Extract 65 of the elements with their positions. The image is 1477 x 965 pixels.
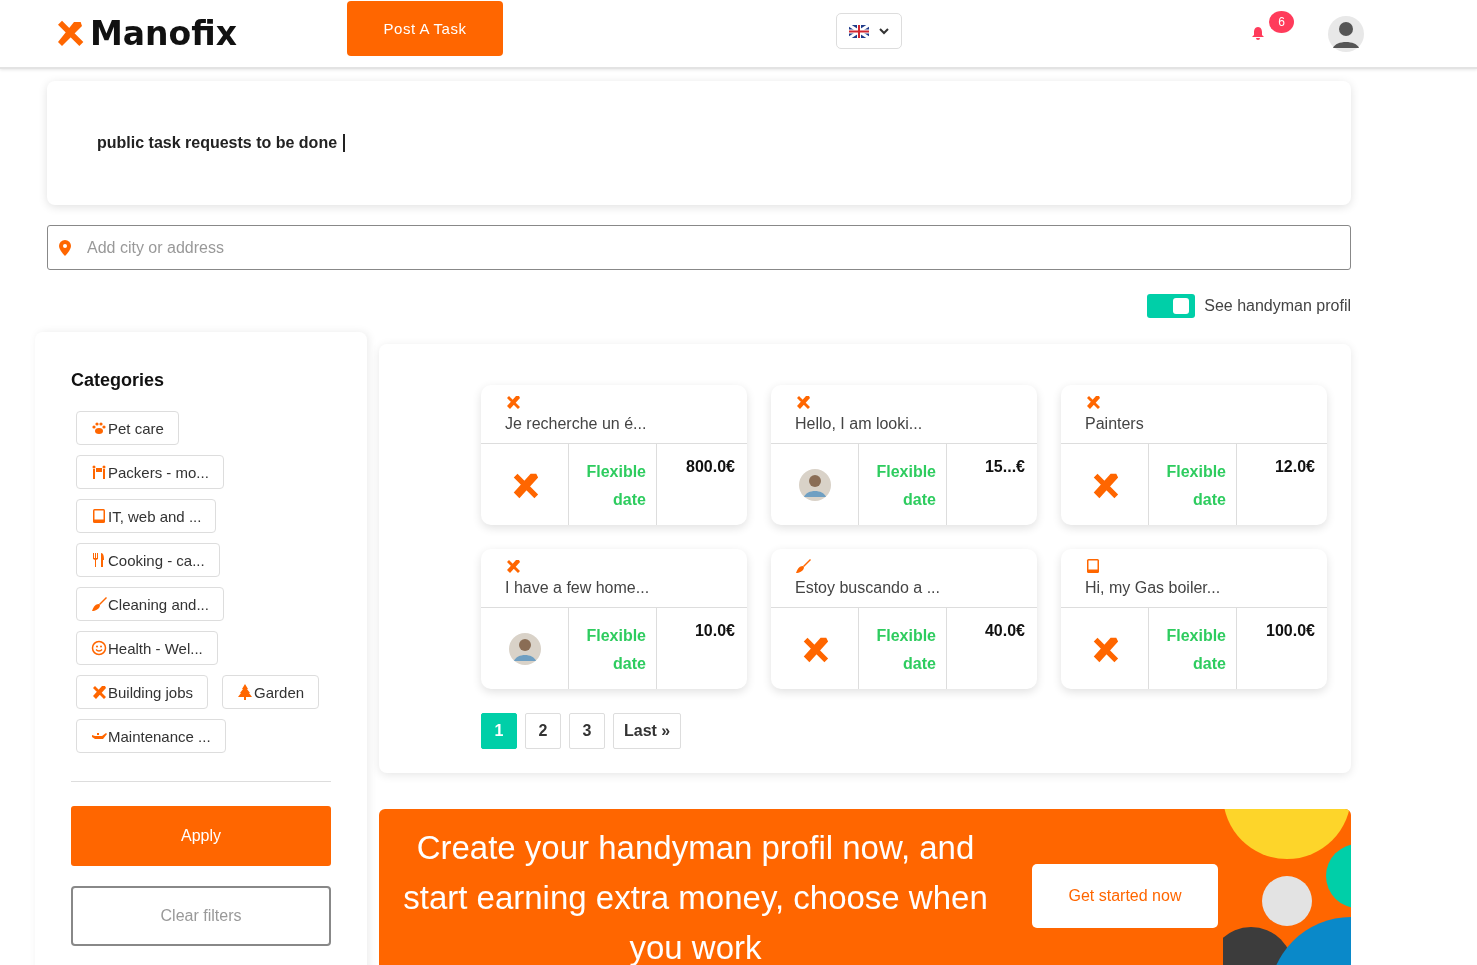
task-date: Flexible date [1166, 627, 1226, 672]
task-card[interactable]: Painters Flexible date 12.0€ [1061, 385, 1327, 525]
tools-icon [505, 558, 521, 574]
task-card[interactable]: Hello, I am looki... Flexible date 15...€ [771, 385, 1037, 525]
task-title: Painters [1085, 415, 1145, 433]
task-date: Flexible date [586, 463, 646, 508]
task-card[interactable]: Hi, my Gas boiler... Flexible date 100.0€ [1061, 549, 1327, 689]
tools-icon [91, 684, 107, 700]
page-button[interactable]: Last » [613, 713, 682, 749]
category-chip[interactable]: Cleaning and... [76, 587, 224, 621]
location-pin-icon [59, 240, 71, 256]
category-chip[interactable]: Packers - mo... [76, 455, 224, 489]
text-cursor [343, 134, 346, 152]
broom-icon [795, 558, 811, 574]
task-card[interactable]: I have a few home... Flexible date 10.0€ [481, 549, 747, 689]
task-price: 40.0€ [984, 622, 1025, 639]
address-field[interactable]: Add city or address [47, 225, 1351, 270]
smile-icon [91, 640, 107, 656]
task-price: 15...€ [984, 458, 1025, 475]
task-card[interactable]: Estoy buscando a ... Flexible date 40.0€ [771, 549, 1037, 689]
task-date: Flexible date [876, 463, 936, 508]
page-button[interactable]: 2 [525, 713, 561, 749]
notification-badge: 6 [1269, 10, 1294, 33]
language-selector[interactable] [836, 13, 902, 49]
task-title: Hello, I am looki... [795, 415, 924, 433]
chevron-down-icon [879, 27, 889, 35]
category-chip[interactable]: Building jobs [76, 675, 209, 709]
tools-icon [1085, 394, 1101, 410]
bell-icon[interactable] [1251, 26, 1265, 41]
task-title: I have a few home... [505, 579, 651, 597]
tools-icon [795, 394, 811, 410]
task-date: Flexible date [876, 627, 936, 672]
broom-icon [91, 596, 107, 612]
logo-text: Manofix [90, 14, 238, 53]
user-avatar[interactable] [1326, 13, 1366, 54]
category-chip[interactable]: Maintenance ... [76, 719, 226, 753]
category-chip[interactable]: Pet care [76, 411, 179, 445]
toggle-switch[interactable] [1147, 294, 1196, 318]
paw-icon [91, 420, 107, 436]
tablet-icon [1085, 558, 1101, 574]
avatar [798, 468, 831, 501]
category-chip[interactable]: Garden [222, 675, 320, 709]
tablet-icon [91, 508, 107, 524]
task-price: 100.0€ [1266, 622, 1315, 639]
task-title: Estoy buscando a ... [795, 579, 941, 597]
tools-icon [505, 394, 521, 410]
cutlery-icon [91, 552, 107, 568]
toggle-label: See handyman profil [1204, 297, 1351, 315]
task-date: Flexible date [1166, 463, 1226, 508]
tree-icon [237, 684, 254, 700]
category-chip[interactable]: IT, web and ... [76, 499, 217, 533]
task-price: 10.0€ [694, 622, 735, 639]
task-price: 800.0€ [686, 458, 735, 475]
task-price: 12.0€ [1274, 458, 1315, 475]
avatar [508, 632, 541, 665]
flag-icon [849, 24, 869, 38]
page-button[interactable]: 3 [569, 713, 605, 749]
task-title: Hi, my Gas boiler... [1085, 579, 1222, 597]
task-card[interactable]: Je recherche un é... Flexible date 800.0€ [481, 385, 747, 525]
task-date: Flexible date [586, 627, 646, 672]
category-chip[interactable]: Cooking - ca... [76, 543, 220, 577]
categories-title: Categories [71, 370, 166, 391]
task-title: Je recherche un é... [505, 415, 648, 433]
search-text: public task requests to be done [97, 134, 338, 152]
category-chip[interactable]: Health - Wel... [76, 631, 218, 665]
